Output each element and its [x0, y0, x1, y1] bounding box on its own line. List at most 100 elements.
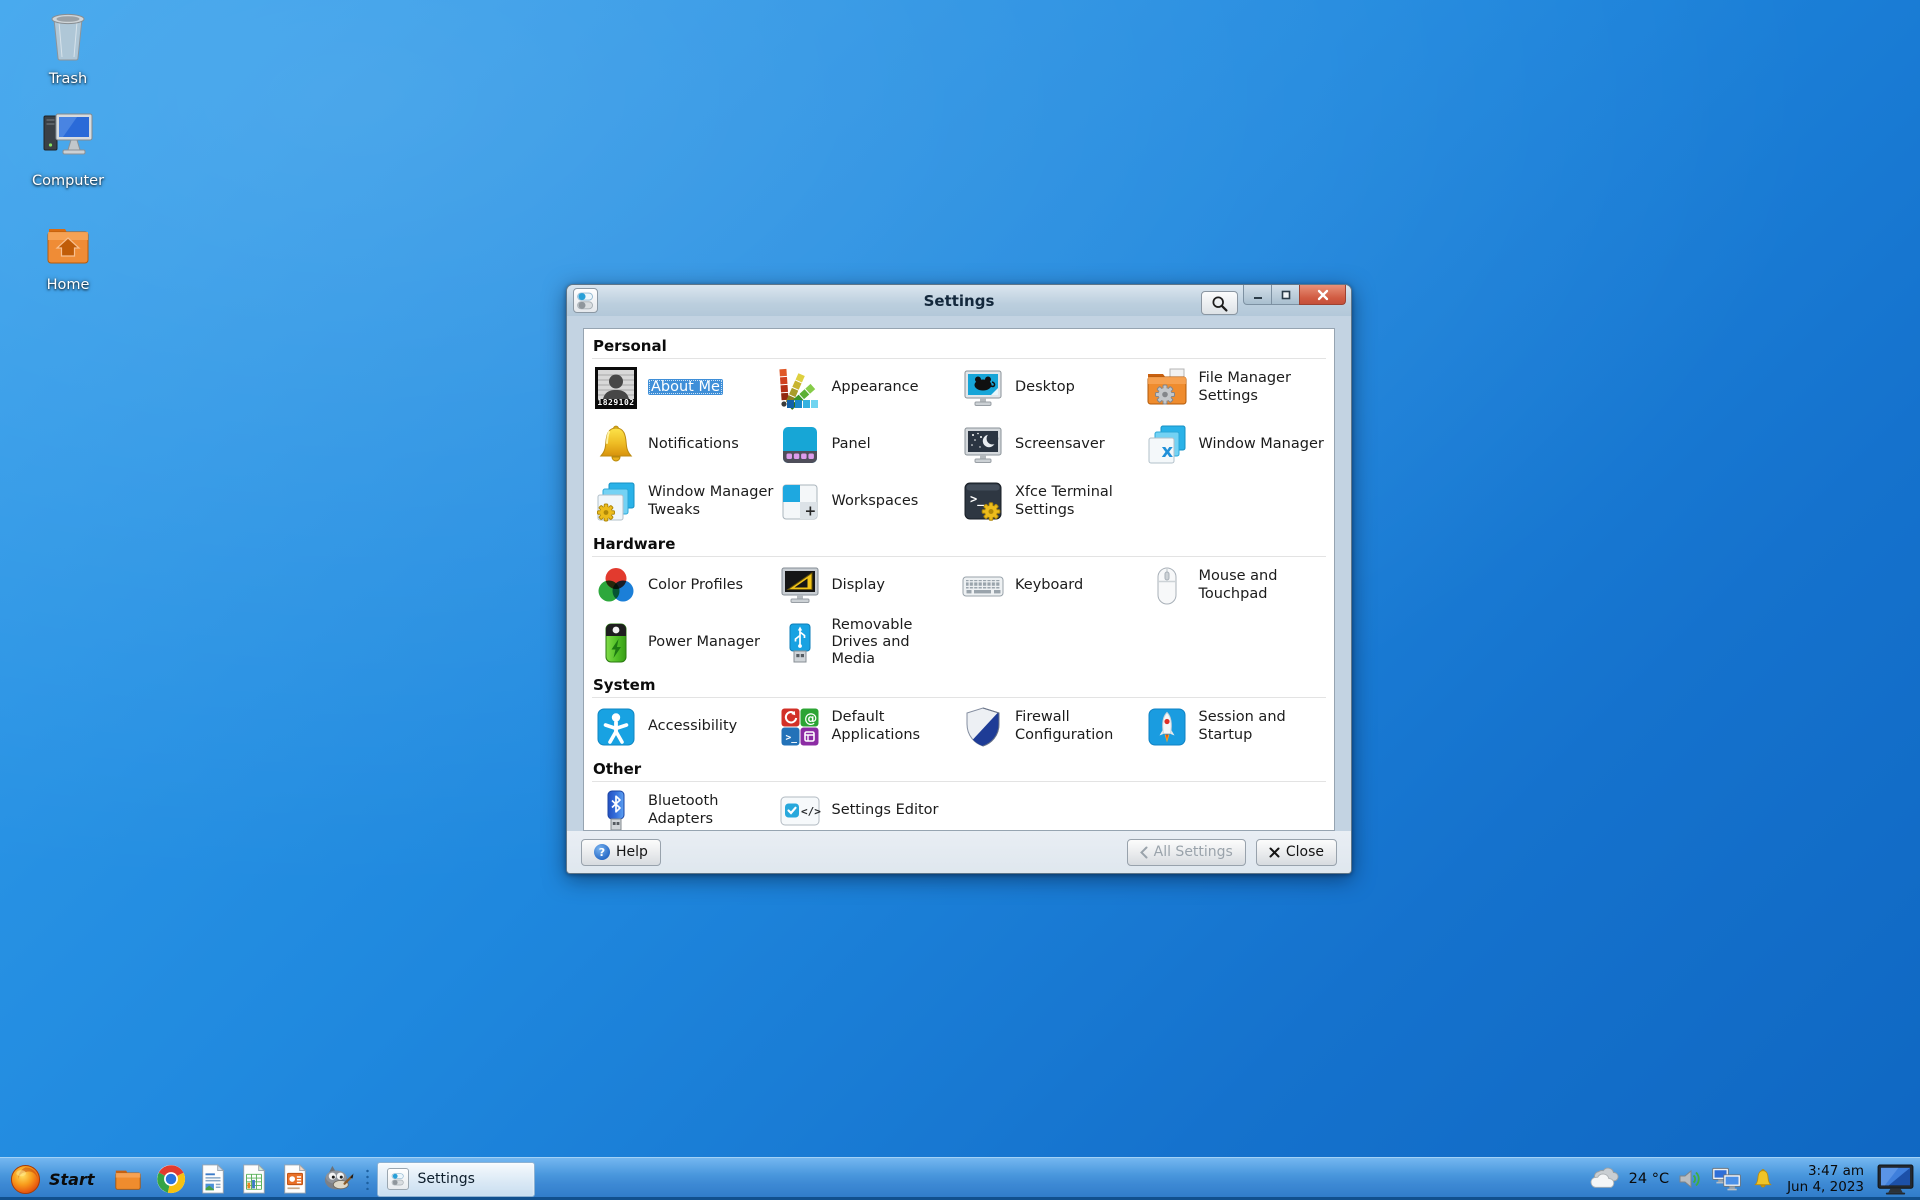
section-header-other: Other [592, 755, 1326, 782]
settings-item-panel[interactable]: Panel [776, 416, 960, 473]
computer-icon [39, 113, 97, 170]
accessibility-icon [593, 704, 639, 750]
settings-item-about-me[interactable]: 1829102 About Me [592, 359, 776, 416]
window-controls [1243, 285, 1346, 305]
desktop-icon-label: Home [46, 277, 90, 293]
settings-item-removable-drives-and-media[interactable]: Removable Drives and Media [776, 614, 960, 671]
gimp-launcher[interactable] [322, 1164, 354, 1194]
maximize-icon [1281, 290, 1290, 299]
mouse-icon [1144, 563, 1190, 609]
settings-item-mouse-and-touchpad[interactable]: Mouse and Touchpad [1143, 557, 1327, 614]
system-tray: 24 °C 3:47 am Jun 4, 2023 [1590, 1163, 1914, 1195]
firewall-shield-icon [960, 704, 1006, 750]
item-label: Keyboard [1015, 576, 1084, 593]
calc-launcher[interactable] [240, 1164, 268, 1194]
help-icon: ? [594, 844, 610, 860]
notification-bell-indicator[interactable] [1752, 1168, 1774, 1191]
settings-item-session-and-startup[interactable]: Session and Startup [1143, 698, 1327, 755]
settings-item-notifications[interactable]: Notifications [592, 416, 776, 473]
writer-launcher[interactable] [199, 1164, 227, 1194]
all-settings-button[interactable]: All Settings [1126, 838, 1246, 866]
settings-item-color-profiles[interactable]: Color Profiles [592, 557, 776, 614]
settings-item-bluetooth-adapters[interactable]: Bluetooth Adapters [592, 782, 776, 830]
settings-item-xfce-terminal-settings[interactable]: >_ Xfce Terminal Settings [959, 473, 1143, 530]
settings-item-window-manager-tweaks[interactable]: Window Manager Tweaks [592, 473, 776, 530]
close-window-button[interactable]: Close [1255, 838, 1337, 866]
impress-launcher[interactable] [281, 1164, 309, 1194]
volume-indicator[interactable] [1678, 1168, 1702, 1190]
item-label: Panel [831, 435, 871, 452]
settings-item-accessibility[interactable]: Accessibility [592, 698, 776, 755]
notifications-bell-icon [593, 422, 639, 468]
hardware-items: Color Profiles Display Keyboard Mouse an… [592, 557, 1326, 671]
settings-item-screensaver[interactable]: Screensaver [959, 416, 1143, 473]
settings-item-keyboard[interactable]: Keyboard [959, 557, 1143, 614]
power-manager-battery-icon [593, 620, 639, 666]
item-label: Mouse and Touchpad [1198, 568, 1278, 602]
minimize-button[interactable] [1243, 285, 1272, 305]
taskbar-task-settings[interactable]: Settings [376, 1161, 535, 1197]
svg-text:>_: >_ [785, 732, 797, 743]
item-label: Appearance [831, 378, 919, 395]
window-manager-icon: x [1144, 422, 1190, 468]
desktop-icon-trash[interactable]: Trash [26, 10, 110, 87]
settings-task-icon [386, 1168, 409, 1190]
about-me-icon: 1829102 [593, 365, 639, 411]
file-manager-launcher[interactable] [113, 1164, 143, 1194]
color-profiles-icon [593, 563, 639, 609]
network-indicator[interactable] [1711, 1167, 1743, 1191]
writer-document-icon [201, 1164, 224, 1194]
item-label: Session and Startup [1198, 709, 1286, 743]
item-label: Accessibility [648, 717, 738, 734]
settings-item-appearance[interactable]: Appearance [776, 359, 960, 416]
chrome-launcher[interactable] [156, 1164, 186, 1194]
tray-monitor-icon [1877, 1163, 1914, 1195]
display-icon [777, 563, 823, 609]
window-manager-tweaks-icon [593, 479, 639, 525]
titlebar[interactable]: Settings [567, 285, 1351, 316]
item-label: File Manager Settings [1198, 370, 1291, 404]
item-label: Notifications [648, 435, 739, 452]
settings-item-file-manager-settings[interactable]: File Manager Settings [1143, 359, 1327, 416]
impress-presentation-icon [283, 1164, 306, 1194]
settings-item-settings-editor[interactable]: </> Settings Editor [776, 782, 960, 831]
default-applications-icon: @ >_ [777, 704, 823, 750]
start-button[interactable]: Start [8, 1162, 103, 1197]
close-icon [1317, 289, 1328, 300]
taskbar-separator-handle[interactable] [364, 1168, 370, 1190]
svg-text:</>: </> [801, 805, 821, 818]
help-button[interactable]: ? Help [581, 838, 661, 866]
chevron-left-icon [1139, 846, 1148, 858]
svg-text:>_: >_ [970, 492, 985, 507]
desktop-icon-computer[interactable]: Computer [26, 108, 110, 189]
system-items: Accessibility @ >_ Default Applications … [592, 698, 1326, 755]
weather-indicator[interactable]: 24 °C [1590, 1167, 1669, 1191]
clock[interactable]: 3:47 am Jun 4, 2023 [1787, 1163, 1864, 1195]
removable-drives-icon [777, 620, 823, 666]
settings-editor-icon: </> [777, 788, 823, 831]
appearance-icon [777, 365, 823, 411]
settings-item-firewall-configuration[interactable]: Firewall Configuration [959, 698, 1143, 755]
other-items: Bluetooth Adapters </> Settings Editor [592, 782, 1326, 831]
svg-text:x: x [1161, 441, 1173, 462]
search-button[interactable] [1201, 291, 1238, 315]
desktop-icon-home[interactable]: Home [26, 220, 110, 293]
chrome-icon [156, 1164, 185, 1194]
maximize-button[interactable] [1271, 285, 1300, 305]
settings-item-desktop[interactable]: Desktop [959, 359, 1143, 416]
settings-item-window-manager[interactable]: x Window Manager [1143, 416, 1327, 473]
section-header-hardware: Hardware [592, 530, 1326, 557]
desktop-settings-icon [960, 365, 1006, 411]
close-button[interactable] [1299, 285, 1346, 305]
settings-window: Settings Personal 1829102 About Me Appea… [566, 284, 1352, 874]
display-settings-indicator[interactable] [1877, 1163, 1914, 1195]
item-label: Default Applications [831, 709, 921, 743]
home-folder-icon [43, 229, 93, 274]
settings-item-default-applications[interactable]: @ >_ Default Applications [776, 698, 960, 755]
item-label: Screensaver [1015, 435, 1105, 452]
settings-item-power-manager[interactable]: Power Manager [592, 614, 776, 671]
bluetooth-adapter-icon [593, 788, 639, 830]
settings-item-display[interactable]: Display [776, 557, 960, 614]
item-label: Settings Editor [831, 801, 939, 818]
settings-item-workspaces[interactable]: + Workspaces [776, 473, 960, 530]
